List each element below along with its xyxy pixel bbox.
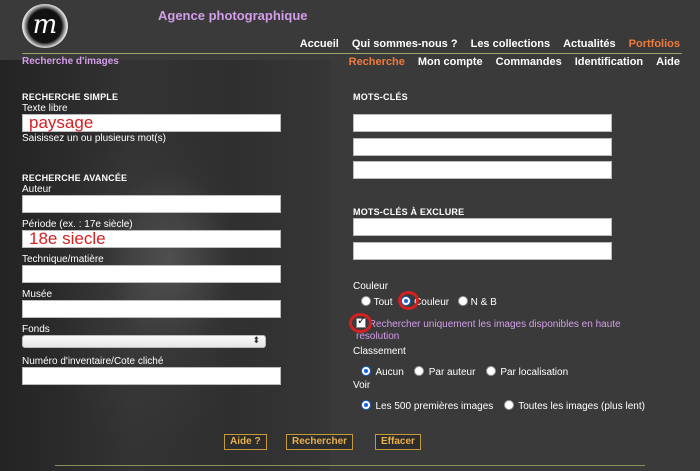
page-subtitle: Recherche d'images [22,56,119,67]
radio-par-auteur[interactable] [414,366,425,376]
advanced-search-title: RECHERCHE AVANCÉE [22,173,128,183]
top-navigation: Accueil Qui sommes-nous ? Les collection… [300,38,680,50]
technique-label: Technique/matière [22,254,104,265]
hires-label: Rechercher uniquement les images disponi… [368,319,621,330]
agency-title: Agence photographique [158,8,308,23]
radio-toutes-label: Toutes les images (plus lent) [518,401,645,412]
musee-label: Musée [22,289,53,300]
radio-par-localisation[interactable] [485,366,496,376]
rechercher-button[interactable]: Rechercher [286,434,354,450]
keyword-input-2[interactable] [353,138,612,156]
effacer-button[interactable]: Effacer [375,434,421,450]
inventaire-input[interactable] [22,367,281,385]
keywords-title: MOTS-CLÉS [353,92,408,102]
free-text-hint: Saisissez un ou plusieurs mot(s) [22,133,166,144]
nav-qui-sommes-nous[interactable]: Qui sommes-nous ? [352,38,458,50]
radio-tout-label: Tout [373,297,393,308]
radio-toutes[interactable] [503,400,514,410]
radio-tout[interactable] [361,296,371,306]
radio-nb-label: N & B [470,297,497,308]
keyword-input-3[interactable] [353,161,612,179]
auteur-label: Auteur [22,184,52,195]
exclude-keywords-title: MOTS-CLÉS À EXCLURE [353,207,465,217]
footer-divider [55,465,645,466]
free-text-value: paysage [29,113,94,132]
subnav-recherche[interactable]: Recherche [349,56,405,68]
couleur-options: Tout Couleur N & B [361,296,503,308]
nav-les-collections[interactable]: Les collections [471,38,550,50]
classement-options: Aucun Par auteur Par localisation [361,362,574,380]
inventaire-label: Numéro d'inventaire/Cote cliché [22,356,164,367]
exclude-keyword-input-1[interactable] [353,218,612,236]
aide-button[interactable]: Aide ? [224,434,267,450]
subnav-aide[interactable]: Aide [656,56,680,68]
musee-input[interactable] [22,300,281,318]
logo-letter: m [32,10,58,40]
periode-value: 18e siecle [29,229,106,248]
free-text-input[interactable]: paysage [22,113,281,132]
subnav-mon-compte[interactable]: Mon compte [418,56,483,68]
keyword-input-1[interactable] [353,114,612,132]
radio-couleur-label: Couleur [414,297,450,308]
couleur-label: Couleur [353,281,389,292]
annotation-circle-hires [349,313,372,333]
periode-input[interactable]: 18e siecle [22,229,281,248]
simple-search-title: RECHERCHE SIMPLE [22,92,119,102]
fonds-label: Fonds [22,324,50,335]
fonds-select[interactable]: ⬍ [22,335,266,348]
radio-nb[interactable] [457,296,468,306]
subnav-identification[interactable]: Identification [575,56,643,68]
technique-input[interactable] [22,265,281,283]
nav-accueil[interactable]: Accueil [300,38,339,50]
radio-aucun-label: Aucun [375,367,404,378]
header-divider [22,53,682,54]
classement-label: Classement [353,346,406,357]
exclude-keyword-input-2[interactable] [353,242,612,260]
sub-navigation: Recherche Mon compte Commandes Identific… [349,56,680,68]
radio-500[interactable] [361,400,371,410]
select-arrows-icon: ⬍ [252,335,260,345]
voir-options: Les 500 premières images Toutes les imag… [361,396,651,414]
logo[interactable]: m [22,4,68,48]
subnav-commandes[interactable]: Commandes [496,56,562,68]
auteur-input[interactable] [22,195,281,213]
voir-label: Voir [353,380,371,391]
radio-aucun[interactable] [361,366,371,376]
annotation-circle-couleur [398,291,419,310]
radio-par-auteur-label: Par auteur [428,367,476,378]
radio-500-label: Les 500 premières images [375,401,494,412]
hires-option: Rechercher uniquement les images disponi… [356,315,656,343]
nav-portfolios[interactable]: Portfolios [629,38,680,50]
nav-actualites[interactable]: Actualités [563,38,616,50]
radio-par-localisation-label: Par localisation [500,367,569,378]
